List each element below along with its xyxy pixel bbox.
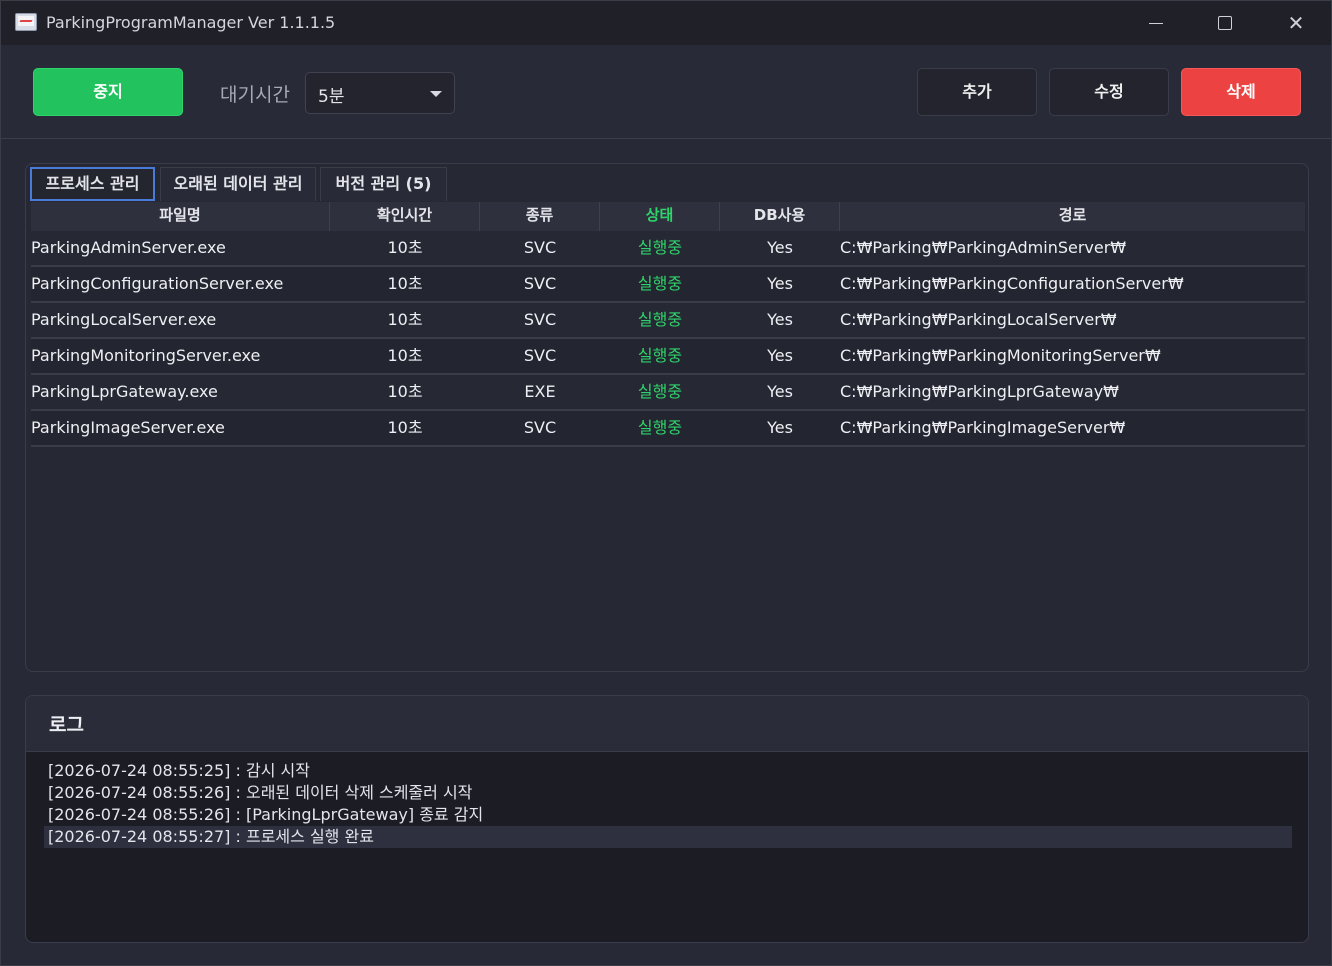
table-row[interactable]: ParkingImageServer.exe 10초 SVC 실행중 Yes C… [31, 411, 1305, 447]
cell-status: 실행중 [637, 382, 683, 401]
table-row[interactable]: ParkingMonitoringServer.exe 10초 SVC 실행중 … [31, 339, 1305, 375]
window-title: ParkingProgramManager Ver 1.1.1.5 [46, 13, 336, 32]
title-bar[interactable]: ParkingProgramManager Ver 1.1.1.5 ✕ [1, 1, 1331, 45]
close-icon: ✕ [1287, 11, 1305, 35]
cell-db-usage: Yes [767, 274, 793, 293]
column-header-db-usage[interactable]: DB사용 [720, 202, 840, 231]
tab-process-management[interactable]: 프로세스 관리 [30, 167, 155, 201]
log-title: 로그 [49, 714, 84, 736]
cell-check-time: 10초 [387, 418, 423, 437]
cell-db-usage: Yes [767, 382, 793, 401]
log-line[interactable]: [2026-07-24 08:55:26] : 오래된 데이터 삭제 스케줄러 … [44, 782, 1292, 804]
cell-check-time: 10초 [387, 274, 423, 293]
process-panel: 프로세스 관리 오래된 데이터 관리 버전 관리 (5) 파일명 확인시간 종류… [25, 163, 1309, 672]
maximize-button[interactable] [1202, 9, 1248, 37]
cell-check-time: 10초 [387, 238, 423, 257]
cell-type: SVC [523, 274, 557, 293]
stop-button[interactable]: 중지 [33, 68, 183, 116]
cell-type: SVC [523, 238, 557, 257]
table-body: ParkingAdminServer.exe 10초 SVC 실행중 Yes C… [31, 231, 1305, 447]
cell-type: EXE [524, 382, 556, 401]
cell-path: C:₩Parking₩ParkingLprGateway₩ [840, 382, 1119, 401]
column-header-status[interactable]: 상태 [600, 202, 720, 231]
log-line[interactable]: [2026-07-24 08:55:26] : [ParkingLprGatew… [44, 804, 1292, 826]
cell-db-usage: Yes [767, 238, 793, 257]
log-line-selected[interactable]: [2026-07-24 08:55:27] : 프로세스 실행 완료 [44, 826, 1292, 848]
cell-filename: ParkingMonitoringServer.exe [31, 346, 261, 365]
cell-status: 실행중 [637, 346, 683, 365]
log-header: 로그 [26, 696, 1308, 752]
cell-filename: ParkingImageServer.exe [31, 418, 225, 437]
column-header-filename[interactable]: 파일명 [31, 202, 330, 231]
cell-db-usage: Yes [767, 418, 793, 437]
table-row[interactable]: ParkingConfigurationServer.exe 10초 SVC 실… [31, 267, 1305, 303]
toolbar: 중지 대기시간 5분 추가 수정 삭제 [1, 45, 1331, 139]
cell-check-time: 10초 [387, 382, 423, 401]
cell-filename: ParkingLocalServer.exe [31, 310, 217, 329]
cell-check-time: 10초 [387, 346, 423, 365]
column-header-path[interactable]: 경로 [840, 202, 1305, 231]
add-button[interactable]: 추가 [917, 68, 1037, 116]
cell-path: C:₩Parking₩ParkingImageServer₩ [840, 418, 1126, 437]
cell-path: C:₩Parking₩ParkingMonitoringServer₩ [840, 346, 1161, 365]
cell-db-usage: Yes [767, 346, 793, 365]
edit-button[interactable]: 수정 [1049, 68, 1169, 116]
cell-filename: ParkingConfigurationServer.exe [31, 274, 284, 293]
column-header-type[interactable]: 종류 [480, 202, 600, 231]
maximize-icon [1218, 16, 1232, 30]
cell-status: 실행중 [637, 418, 683, 437]
chevron-down-icon [430, 91, 442, 97]
table-row[interactable]: ParkingLprGateway.exe 10초 EXE 실행중 Yes C:… [31, 375, 1305, 411]
table-header: 파일명 확인시간 종류 상태 DB사용 경로 [31, 202, 1305, 231]
wait-time-label: 대기시간 [220, 84, 290, 106]
cell-path: C:₩Parking₩ParkingAdminServer₩ [840, 238, 1127, 257]
cell-db-usage: Yes [767, 310, 793, 329]
cell-filename: ParkingLprGateway.exe [31, 382, 218, 401]
cell-type: SVC [523, 418, 557, 437]
table-row[interactable]: ParkingAdminServer.exe 10초 SVC 실행중 Yes C… [31, 231, 1305, 267]
tab-version-management[interactable]: 버전 관리 (5) [320, 167, 447, 201]
close-button[interactable]: ✕ [1273, 9, 1319, 37]
log-panel: 로그 [2026-07-24 08:55:25] : 감시 시작 [2026-0… [25, 695, 1309, 943]
minimize-button[interactable] [1133, 9, 1179, 37]
cell-path: C:₩Parking₩ParkingLocalServer₩ [840, 310, 1117, 329]
app-window: ParkingProgramManager Ver 1.1.1.5 ✕ 중지 대… [0, 0, 1332, 966]
log-list[interactable]: [2026-07-24 08:55:25] : 감시 시작 [2026-07-2… [44, 760, 1292, 848]
process-table: 파일명 확인시간 종류 상태 DB사용 경로 ParkingAdminServe… [31, 202, 1305, 447]
tab-old-data-management[interactable]: 오래된 데이터 관리 [160, 167, 316, 201]
cell-filename: ParkingAdminServer.exe [31, 238, 226, 257]
column-header-check-time[interactable]: 확인시간 [330, 202, 480, 231]
table-row[interactable]: ParkingLocalServer.exe 10초 SVC 실행중 Yes C… [31, 303, 1305, 339]
cell-type: SVC [523, 346, 557, 365]
cell-status: 실행중 [637, 310, 683, 329]
cell-type: SVC [523, 310, 557, 329]
wait-time-select[interactable]: 5분 [305, 72, 455, 114]
app-monitor-icon [15, 13, 37, 31]
cell-status: 실행중 [637, 274, 683, 293]
delete-button[interactable]: 삭제 [1181, 68, 1301, 116]
log-line[interactable]: [2026-07-24 08:55:25] : 감시 시작 [44, 760, 1292, 782]
wait-time-value: 5분 [318, 87, 345, 107]
minimize-icon [1149, 23, 1163, 24]
cell-check-time: 10초 [387, 310, 423, 329]
cell-status: 실행중 [637, 238, 683, 257]
cell-path: C:₩Parking₩ParkingConfigurationServer₩ [840, 274, 1184, 293]
